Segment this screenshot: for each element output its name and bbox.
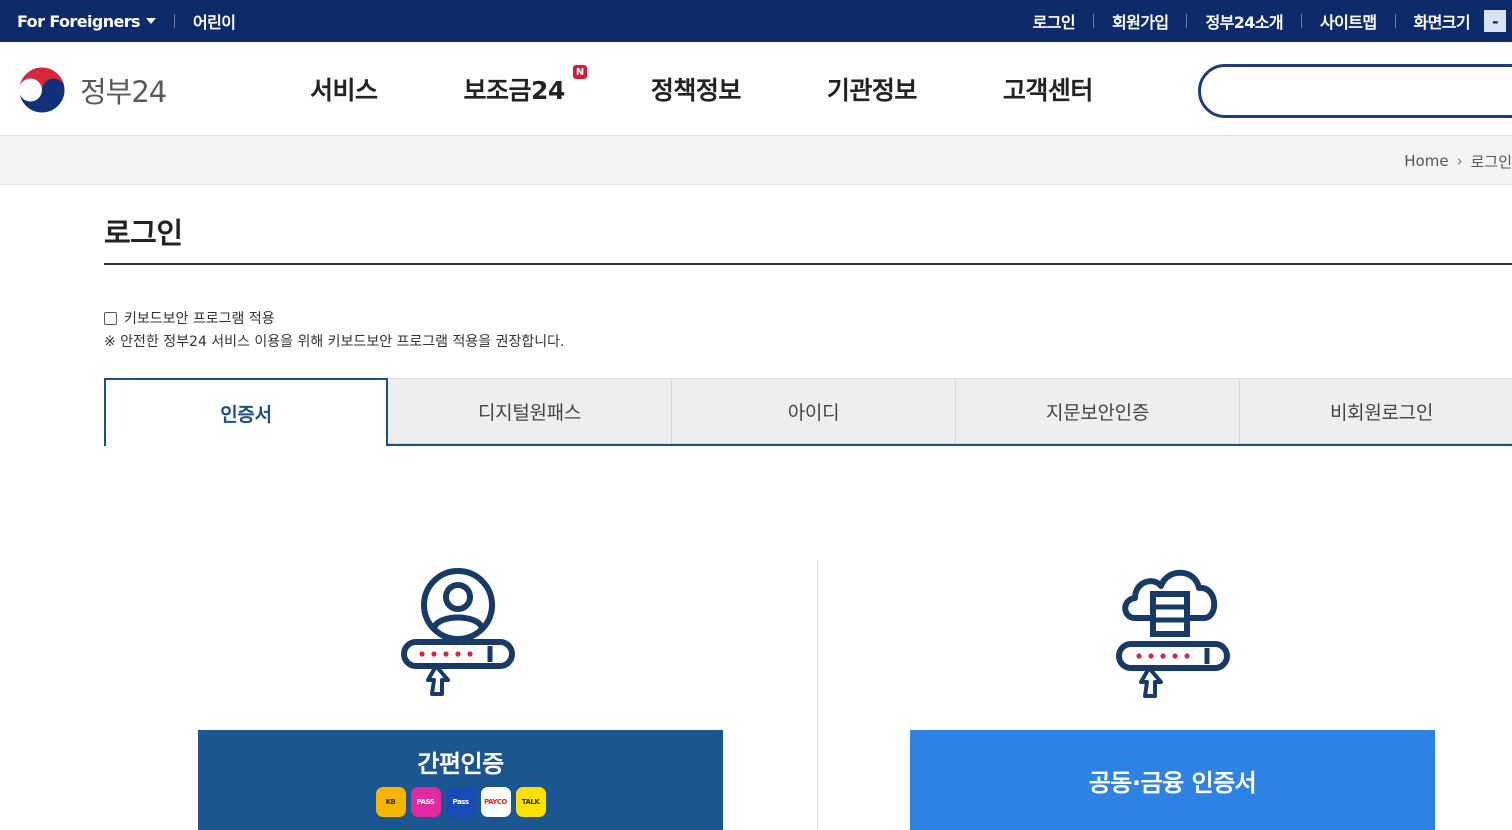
sitemap-link[interactable]: 사이트맵 — [1320, 9, 1377, 33]
nav-policy-info[interactable]: 정책정보 — [651, 71, 742, 107]
keyboard-security-note: ※ 안전한 정부24 서비스 이용을 위해 키보드보안 프로그램 적용을 권장합… — [104, 334, 565, 350]
divider — [1093, 14, 1094, 28]
payco-icon: PAYCO — [480, 786, 511, 817]
divider — [1186, 14, 1188, 28]
keyboard-security-label: 키보드보안 프로그램 적용 — [124, 311, 275, 327]
new-badge: N — [572, 65, 587, 79]
divider — [1394, 14, 1396, 28]
caret-down-icon[interactable] — [145, 18, 156, 24]
top-right-links: 로그인 회원가입 정부24소개 사이트맵 화면크기 - — [1033, 0, 1512, 42]
nav-customer-center[interactable]: 고객센터 — [1003, 71, 1094, 107]
joint-certificate-label: 공동·금융 인증서 — [1088, 768, 1257, 797]
title-divider — [104, 263, 1512, 265]
options-divider — [817, 560, 818, 830]
keyboard-security-checkbox[interactable] — [104, 311, 117, 325]
signup-link[interactable]: 회원가입 — [1112, 9, 1169, 33]
login-method-tabs: 인증서 디지털원패스 아이디 지문보안인증 비회원로그인 — [104, 378, 1512, 446]
top-utility-bar: For Foreigners 어린이 로그인 회원가입 정부24소개 사이트맵 … — [0, 0, 1512, 42]
tab-certificate[interactable]: 인증서 — [104, 378, 388, 446]
kids-link[interactable]: 어린이 — [193, 9, 236, 33]
provider-logos: KB PASS Pass PAYCO TALK — [375, 786, 546, 817]
kb-icon: KB — [375, 786, 406, 817]
breadcrumb-bar: Home › 로그인 — [0, 137, 1512, 185]
page-title: 로그인 — [104, 216, 183, 250]
divider — [173, 14, 175, 28]
simple-auth-button[interactable]: 간편인증 KB PASS Pass PAYCO TALK — [198, 730, 723, 830]
keyboard-security-section: 키보드보안 프로그램 적용 ※ 안전한 정부24 서비스 이용을 위해 키보드보… — [104, 307, 564, 351]
screen-size-label: 화면크기 — [1413, 13, 1471, 32]
chevron-right-icon: › — [1456, 152, 1463, 170]
login-link[interactable]: 로그인 — [1033, 9, 1076, 33]
about-link[interactable]: 정부24소개 — [1205, 9, 1283, 33]
site-logo[interactable]: 정부24 — [16, 64, 167, 116]
search-input[interactable] — [1223, 67, 1503, 115]
nav-agency-info[interactable]: 기관정보 — [827, 71, 918, 107]
divider — [1301, 14, 1303, 28]
tab-fingerprint[interactable]: 지문보안인증 — [956, 378, 1240, 444]
simple-auth-label: 간편인증 — [417, 749, 504, 778]
breadcrumb-home[interactable]: Home — [1404, 152, 1448, 170]
keyboard-security-option[interactable]: 키보드보안 프로그램 적용 — [104, 307, 564, 329]
user-password-icon — [401, 568, 515, 696]
cloud-certificate-icon — [1116, 569, 1230, 698]
for-foreigners-dropdown[interactable]: For Foreigners — [17, 12, 141, 31]
nav-subsidy24-label: 보조금24 — [463, 76, 566, 105]
taegeuk-logo-icon — [17, 65, 67, 115]
joint-certificate-button[interactable]: 공동·금융 인증서 — [910, 730, 1435, 830]
nav-subsidy24[interactable]: 보조금24 N — [463, 65, 587, 107]
breadcrumb: Home › 로그인 — [1404, 137, 1512, 185]
nav-services[interactable]: 서비스 — [310, 71, 378, 107]
top-left-links: For Foreigners 어린이 — [17, 0, 236, 42]
tab-non-member[interactable]: 비회원로그인 — [1240, 378, 1512, 444]
tab-id[interactable]: 아이디 — [672, 378, 956, 444]
logo-text: 정부24 — [80, 75, 167, 109]
pass-icon: PASS — [410, 786, 441, 817]
kakaotalk-icon: TALK — [515, 786, 546, 817]
search-box — [1198, 64, 1512, 118]
site-header: 정부24 서비스 보조금24 N 정책정보 기관정보 고객센터 — [0, 42, 1512, 136]
tab-digital-onepass[interactable]: 디지털원패스 — [388, 378, 672, 444]
samsung-pass-icon: Pass — [445, 786, 476, 817]
breadcrumb-current: 로그인 — [1470, 152, 1512, 171]
main-navigation: 서비스 보조금24 N 정책정보 기관정보 고객센터 — [310, 42, 1093, 136]
zoom-out-button[interactable]: - — [1484, 10, 1506, 32]
